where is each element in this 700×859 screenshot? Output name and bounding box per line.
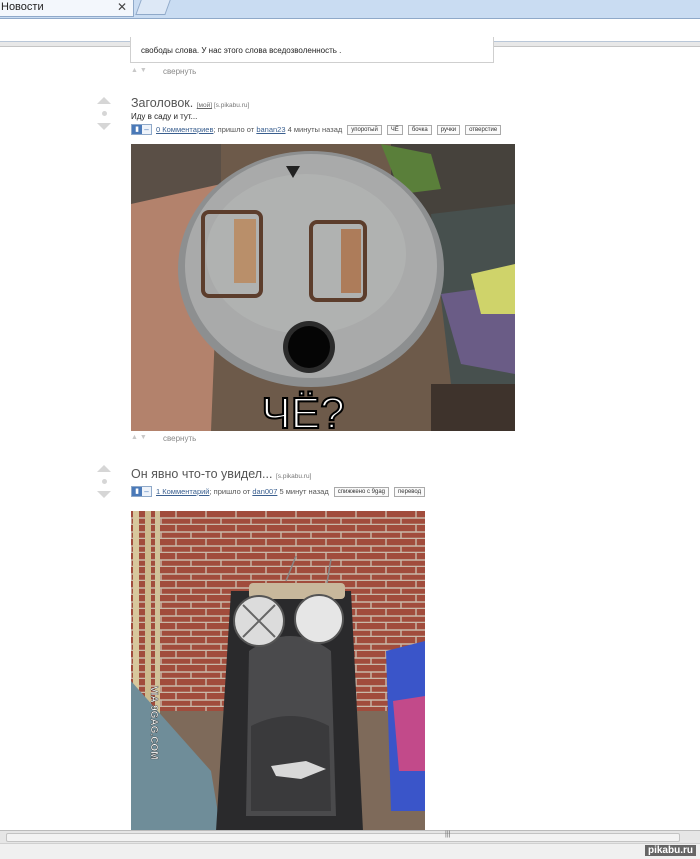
thumb-icon[interactable]: ▮ [132, 125, 142, 134]
scroll-grip-icon: ||| [445, 831, 451, 838]
save-widget[interactable]: ▮ – [131, 486, 152, 497]
barrel-image: ЧЁ? [131, 144, 515, 431]
minus-icon[interactable]: – [142, 125, 151, 134]
tag[interactable]: перевод [394, 486, 426, 497]
author-link[interactable]: banan23 [256, 125, 285, 134]
post-source[interactable]: [s.pikabu.ru] [276, 473, 311, 480]
tag[interactable]: спижжено с 9gag [333, 486, 390, 497]
vote-widget [96, 465, 112, 498]
collapse-arrows-icon[interactable]: ▲▼ [131, 67, 149, 74]
horizontal-scrollbar[interactable]: ||| [0, 830, 700, 843]
came-from-label: ; пришло от [213, 125, 255, 134]
rating-dot-icon [101, 111, 107, 116]
save-widget[interactable]: ▮ – [131, 124, 152, 135]
post-title: Он явно что-то увидел... [s.pikabu.ru] [131, 467, 311, 481]
tag[interactable]: ЧЁ [386, 124, 403, 135]
comments-link[interactable]: 1 Комментарий [156, 487, 210, 496]
tag[interactable]: упоротый [347, 124, 382, 135]
collapse-link[interactable]: свернуть [163, 434, 196, 443]
post-description: Иду в саду и тут... [131, 112, 198, 121]
post-meta: ▮ – 0 Комментариев ; пришло от banan23 4 … [131, 124, 502, 135]
collapse-link[interactable]: свернуть [163, 67, 196, 76]
upvote-arrow-icon[interactable] [97, 97, 111, 104]
status-bar: pikabu.ru [0, 843, 700, 859]
downvote-arrow-icon[interactable] [97, 123, 111, 130]
tab-title: Новости [1, 1, 44, 13]
image-caption: ЧЁ? [261, 389, 344, 431]
post-title: Заголовок. [мой] [s.pikabu.ru] [131, 96, 249, 110]
previous-post-box: свободы слова. У нас этого слова вседозв… [130, 37, 494, 63]
upvote-arrow-icon[interactable] [97, 465, 111, 472]
post-time: 4 минуты назад [287, 125, 343, 134]
scrollbar-thumb[interactable] [6, 833, 680, 842]
post-image-wheelbarrow[interactable]: VIA 9GAG.COM [131, 511, 425, 831]
came-from-label: ; пришло от [209, 487, 251, 496]
post-title-text[interactable]: Заголовок. [131, 96, 193, 110]
wheelbarrow-image: VIA 9GAG.COM [131, 511, 425, 831]
rating-dot-icon [101, 479, 107, 484]
post-meta: ▮ – 1 Комментарий ; пришло от dan007 5 ми… [131, 486, 426, 497]
downvote-arrow-icon[interactable] [97, 491, 111, 498]
post-image-barrel[interactable]: ЧЁ? [131, 144, 515, 431]
tag[interactable]: ручки [436, 124, 461, 135]
tag[interactable]: бочка [407, 124, 432, 135]
site-watermark: pikabu.ru [644, 845, 696, 856]
post-title-text[interactable]: Он явно что-то увидел... [131, 467, 272, 481]
vote-widget [96, 97, 112, 130]
tab-bar: Новости ✕ [0, 0, 700, 19]
tab-news[interactable]: Новости ✕ [0, 0, 134, 17]
author-link[interactable]: dan007 [252, 487, 277, 496]
tag[interactable]: отверстие [465, 124, 502, 135]
close-icon[interactable]: ✕ [117, 0, 127, 14]
thumb-icon[interactable]: ▮ [132, 487, 142, 496]
collapse-arrows-icon[interactable]: ▲▼ [131, 434, 149, 441]
comments-link[interactable]: 0 Комментариев [156, 125, 213, 134]
post-source[interactable]: [s.pikabu.ru] [214, 102, 249, 109]
mine-link[interactable]: [мой] [197, 102, 212, 109]
image-watermark: VIA 9GAG.COM [148, 686, 159, 760]
new-tab-button[interactable] [135, 0, 171, 15]
previous-post-text: свободы слова. У нас этого слова вседозв… [141, 46, 342, 55]
minus-icon[interactable]: – [142, 487, 151, 496]
post-time: 5 минут назад [279, 487, 329, 496]
